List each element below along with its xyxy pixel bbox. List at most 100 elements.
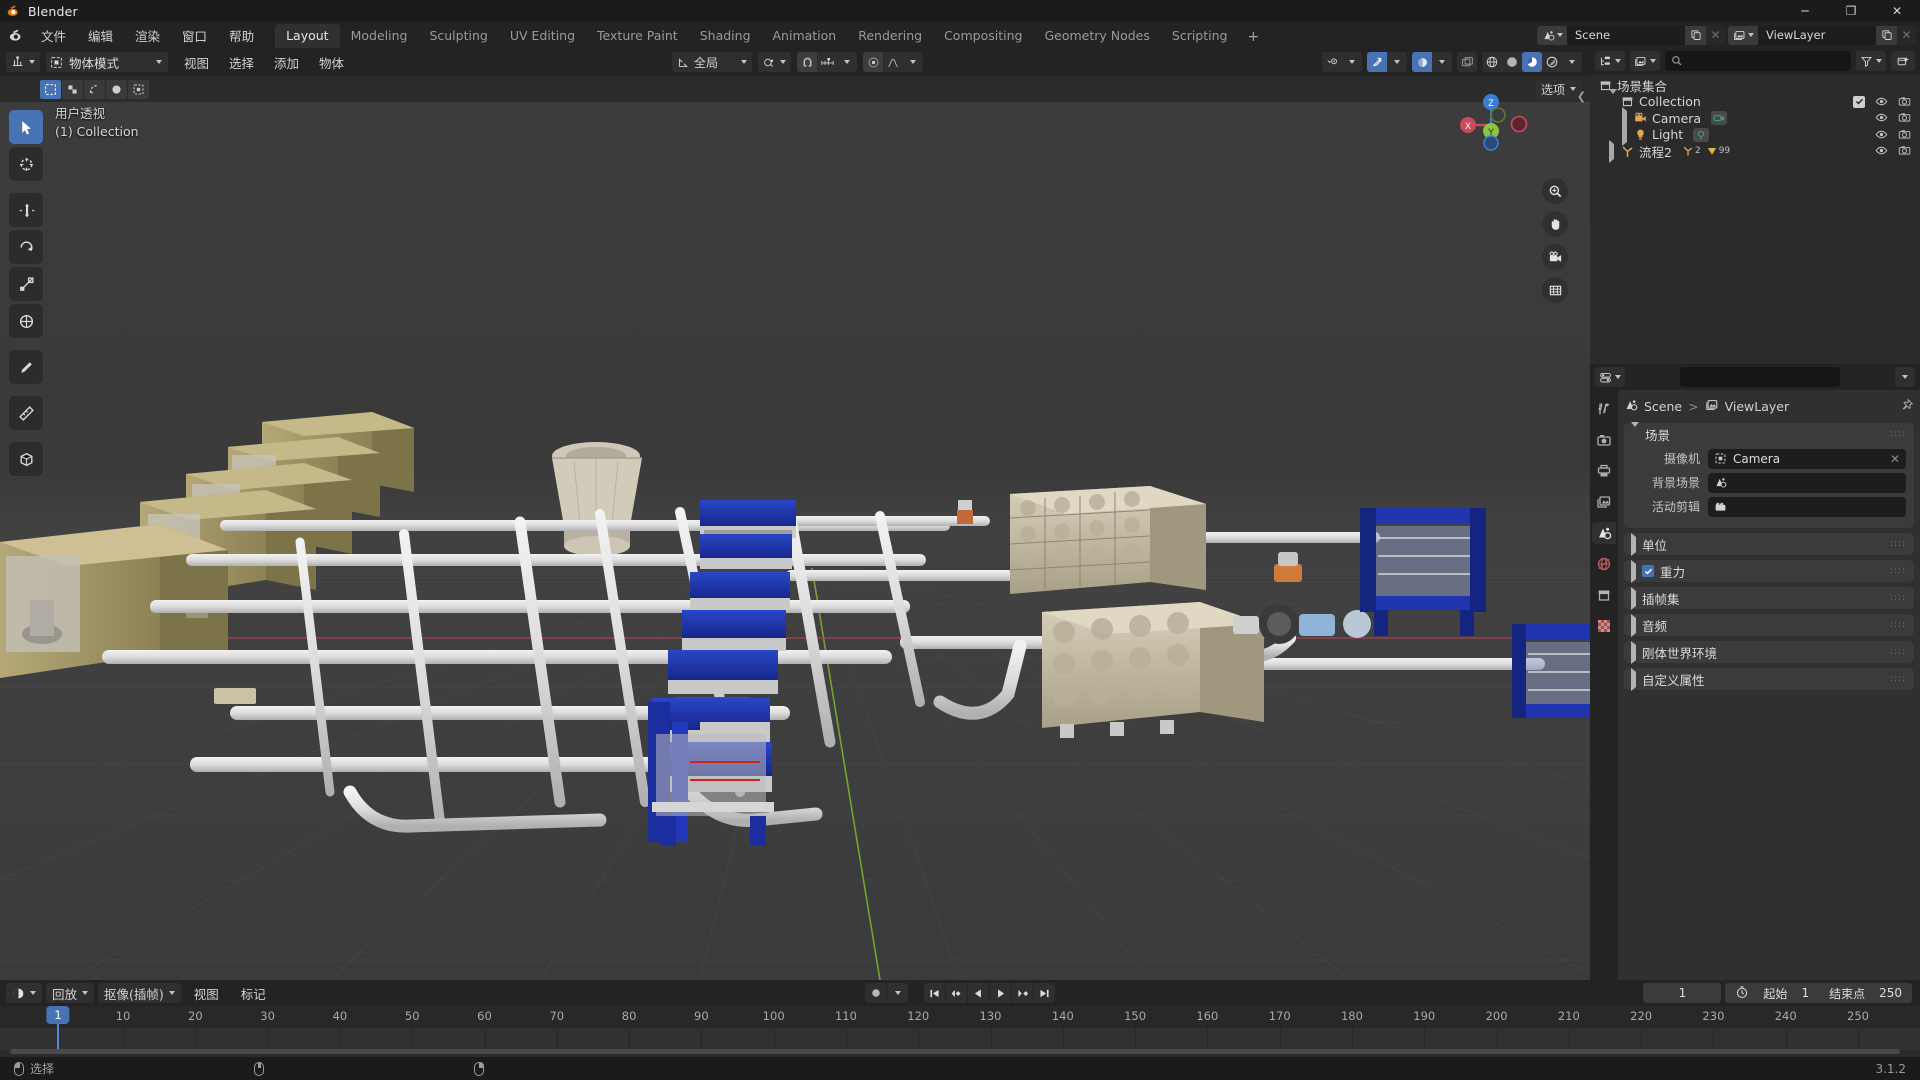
remove-viewlayer-button[interactable]: ✕: [1897, 26, 1916, 45]
stopwatch-icon[interactable]: [1735, 985, 1749, 1002]
snap-increment-icon[interactable]: [817, 52, 837, 72]
select-box-icon[interactable]: [40, 79, 61, 99]
viewport-menu-add[interactable]: 添加: [264, 51, 309, 74]
panel-header[interactable]: 单位::::: [1624, 532, 1914, 556]
add-cube-tool[interactable]: [9, 442, 43, 476]
texture-tab[interactable]: [1592, 615, 1616, 637]
interaction-mode-selector[interactable]: 物体模式: [46, 52, 168, 72]
outliner-row-Camera[interactable]: Camera: [1590, 106, 1920, 130]
new-scene-button[interactable]: [1685, 25, 1706, 45]
timeline-editor-type-icon[interactable]: [6, 983, 42, 1003]
panel-expand-icon[interactable]: [1631, 532, 1636, 556]
navigation-gizmo[interactable]: Z X Y: [1452, 86, 1530, 164]
record-group[interactable]: [865, 983, 908, 1003]
collection-tab[interactable]: [1592, 584, 1616, 606]
disable-in-renders-icon[interactable]: [1898, 144, 1911, 160]
xray-dropdown-icon[interactable]: [1432, 52, 1452, 72]
rotate-tool[interactable]: [9, 230, 43, 264]
rendered-icon[interactable]: [1542, 52, 1562, 72]
property-field[interactable]: [1708, 496, 1906, 517]
tweak-tool[interactable]: [9, 110, 43, 144]
viewport-menu-view[interactable]: 视图: [174, 51, 219, 74]
hide-in-viewport-icon[interactable]: [1875, 111, 1888, 127]
next-keyframe-icon[interactable]: [1012, 983, 1033, 1003]
transform-orientation-selector[interactable]: 全局: [672, 52, 752, 72]
menu-help[interactable]: 帮助: [218, 23, 265, 48]
select-extend-icon[interactable]: [128, 79, 149, 99]
select-tweak-icon[interactable]: [62, 79, 83, 99]
outliner-search-field[interactable]: [1688, 54, 1845, 68]
viewlayer-selector[interactable]: ViewLayer ✕: [1728, 25, 1916, 45]
current-frame-field[interactable]: 1: [1643, 983, 1722, 1003]
timeline-menu-view[interactable]: 视图: [185, 982, 228, 1005]
end-frame-value[interactable]: 250: [1879, 986, 1902, 1000]
snap-dropdown-icon[interactable]: [837, 52, 857, 72]
viewlayer-name[interactable]: ViewLayer: [1758, 25, 1876, 45]
xray-controls[interactable]: [1412, 52, 1452, 72]
panel-expand-icon[interactable]: [1631, 559, 1636, 583]
prev-keyframe-icon[interactable]: [946, 983, 967, 1003]
hide-in-viewport-icon[interactable]: [1875, 144, 1888, 160]
blender-menu-icon[interactable]: [0, 28, 30, 43]
viewport-gizmo-controls[interactable]: [1322, 52, 1362, 72]
hide-in-viewport-icon[interactable]: [1875, 95, 1888, 111]
panel-header[interactable]: 重力::::: [1624, 559, 1914, 583]
outliner-display-mode-icon[interactable]: [1630, 51, 1660, 71]
panel-expand-icon[interactable]: [1631, 640, 1636, 664]
properties-search-input[interactable]: [1680, 367, 1841, 387]
hide-in-viewport-icon[interactable]: [1875, 128, 1888, 144]
workspace-tab-geometry-nodes[interactable]: Geometry Nodes: [1033, 24, 1160, 48]
panel-header[interactable]: 自定义属性::::: [1624, 667, 1914, 691]
menu-edit[interactable]: 编辑: [77, 23, 124, 48]
scene-name[interactable]: Scene: [1567, 25, 1685, 45]
breadcrumb-scene[interactable]: Scene: [1644, 399, 1682, 414]
select-mode-group[interactable]: [40, 79, 149, 99]
viewport-sidebar-toggle-icon[interactable]: ❮: [1577, 90, 1586, 103]
outliner-row-场景集合[interactable]: 场景集合: [1590, 77, 1920, 94]
viewport-overlay-controls[interactable]: [1367, 52, 1407, 72]
disable-in-renders-icon[interactable]: [1898, 128, 1911, 144]
menu-file[interactable]: 文件: [30, 23, 77, 48]
menu-window[interactable]: 窗口: [171, 23, 218, 48]
scene-icon[interactable]: [1537, 25, 1567, 45]
panel-expand-icon[interactable]: [1631, 586, 1636, 610]
minimize-button[interactable]: ─: [1782, 0, 1828, 22]
filter-funnel-icon[interactable]: [1856, 51, 1886, 71]
new-collection-icon[interactable]: [1891, 51, 1915, 71]
start-frame-value[interactable]: 1: [1801, 986, 1809, 1000]
menu-render[interactable]: 渲染: [124, 23, 171, 48]
shading-dropdown-icon[interactable]: [1562, 52, 1582, 72]
breadcrumb-viewlayer[interactable]: ViewLayer: [1725, 399, 1790, 414]
workspace-tab-compositing[interactable]: Compositing: [933, 24, 1033, 48]
render-tab[interactable]: [1592, 429, 1616, 451]
zoom-icon[interactable]: [1542, 178, 1568, 204]
workspace-tab-sculpting[interactable]: Sculpting: [418, 24, 498, 48]
panel-header[interactable]: 场景::::: [1624, 421, 1914, 445]
workspace-tab-scripting[interactable]: Scripting: [1161, 24, 1239, 48]
pan-hand-icon[interactable]: [1542, 211, 1568, 237]
transport-buttons[interactable]: [924, 983, 1055, 1003]
editor-type-3dview-icon[interactable]: [6, 52, 40, 72]
outliner-tree[interactable]: 场景集合 Collection Camera Light 流程2 2 99: [1590, 74, 1920, 364]
proportional-edit-icon[interactable]: [863, 52, 883, 72]
keying-menu[interactable]: 抠像(插帧): [98, 983, 181, 1003]
transform-tool[interactable]: [9, 304, 43, 338]
viewport-canvas[interactable]: [0, 102, 1590, 980]
toggle-ortho-icon[interactable]: [1542, 277, 1568, 303]
expander-closed-icon[interactable]: [1609, 139, 1621, 163]
record-dot-icon[interactable]: [865, 983, 886, 1003]
record-dropdown-icon[interactable]: [887, 983, 908, 1003]
panel-expand-icon[interactable]: [1631, 667, 1636, 691]
add-workspace-button[interactable]: +: [1238, 26, 1268, 48]
cursor-tool[interactable]: [9, 147, 43, 181]
workspace-tab-uv-editing[interactable]: UV Editing: [499, 24, 586, 48]
show-overlays-icon[interactable]: [1367, 52, 1387, 72]
world-tab[interactable]: [1592, 553, 1616, 575]
workspace-tab-rendering[interactable]: Rendering: [847, 24, 933, 48]
panel-collapse-icon[interactable]: [1631, 421, 1639, 442]
tool-tab[interactable]: [1592, 398, 1616, 420]
pin-icon[interactable]: [1900, 398, 1914, 415]
workspace-tab-texture-paint[interactable]: Texture Paint: [586, 24, 689, 48]
panel-grip-icon[interactable]: ::::: [1890, 675, 1906, 684]
panel-grip-icon[interactable]: ::::: [1890, 430, 1906, 439]
